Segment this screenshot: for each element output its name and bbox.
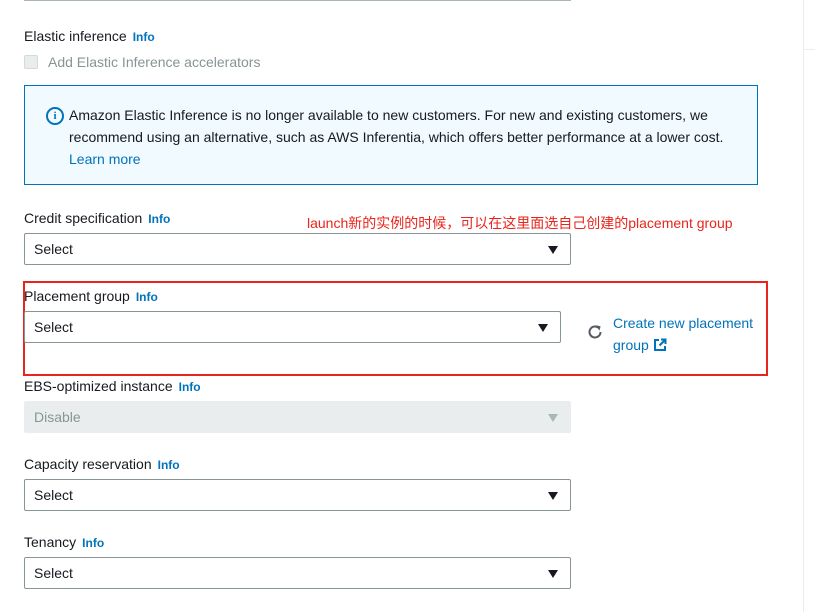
create-placement-group-link[interactable]: Create new placement group bbox=[613, 312, 763, 358]
credit-specification-label-text: Credit specification bbox=[24, 210, 143, 226]
ebs-optimized-select: Disable bbox=[24, 401, 571, 433]
capacity-reservation-select[interactable]: Select bbox=[24, 479, 571, 511]
elastic-inference-label-text: Elastic inference bbox=[24, 28, 127, 44]
annotation-text: launch新的实例的时候，可以在这里面选自己创建的placement grou… bbox=[307, 215, 733, 231]
ebs-optimized-info-link[interactable]: Info bbox=[179, 380, 201, 394]
caret-down-icon bbox=[548, 246, 558, 254]
ebs-optimized-label: EBS-optimized instance Info bbox=[24, 378, 201, 394]
panel-divider bbox=[803, 0, 804, 612]
capacity-reservation-label: Capacity reservation Info bbox=[24, 456, 180, 472]
external-link-icon bbox=[653, 336, 667, 358]
create-placement-group-text: Create new placement group bbox=[613, 315, 754, 353]
tenancy-value: Select bbox=[34, 565, 73, 581]
placement-group-select[interactable]: Select bbox=[24, 311, 561, 343]
elastic-inference-checkbox-label: Add Elastic Inference accelerators bbox=[48, 54, 261, 70]
caret-down-icon bbox=[548, 492, 558, 500]
alert-text: Amazon Elastic Inference is no longer av… bbox=[69, 104, 749, 170]
alert-message: Amazon Elastic Inference is no longer av… bbox=[69, 107, 724, 145]
tenancy-info-link[interactable]: Info bbox=[82, 536, 104, 550]
placement-group-value: Select bbox=[34, 319, 73, 335]
info-circle-icon: i bbox=[46, 107, 64, 125]
panel-divider-tick bbox=[804, 49, 815, 50]
caret-down-icon bbox=[548, 570, 558, 578]
tenancy-label: Tenancy Info bbox=[24, 534, 104, 550]
capacity-reservation-value: Select bbox=[34, 487, 73, 503]
caret-down-icon bbox=[538, 324, 548, 332]
ebs-optimized-label-text: EBS-optimized instance bbox=[24, 378, 173, 394]
elastic-inference-alert: i Amazon Elastic Inference is no longer … bbox=[24, 85, 758, 185]
credit-specification-label: Credit specification Info bbox=[24, 210, 170, 226]
ebs-optimized-value: Disable bbox=[34, 409, 81, 425]
placement-group-label-text: Placement group bbox=[24, 288, 130, 304]
tenancy-label-text: Tenancy bbox=[24, 534, 77, 550]
previous-field-bottom-border bbox=[24, 0, 571, 1]
credit-specification-info-link[interactable]: Info bbox=[148, 212, 170, 226]
elastic-inference-checkbox-row: Add Elastic Inference accelerators bbox=[24, 54, 260, 70]
caret-down-icon bbox=[548, 414, 558, 422]
refresh-icon[interactable] bbox=[585, 322, 605, 342]
credit-specification-value: Select bbox=[34, 241, 73, 257]
capacity-reservation-info-link[interactable]: Info bbox=[158, 458, 180, 472]
credit-specification-select[interactable]: Select bbox=[24, 233, 571, 265]
elastic-inference-info-link[interactable]: Info bbox=[133, 30, 155, 44]
elastic-inference-checkbox[interactable] bbox=[24, 55, 38, 69]
elastic-inference-label: Elastic inference Info bbox=[24, 28, 155, 44]
tenancy-select[interactable]: Select bbox=[24, 557, 571, 589]
placement-group-label: Placement group Info bbox=[24, 288, 158, 304]
placement-group-info-link[interactable]: Info bbox=[136, 290, 158, 304]
learn-more-link[interactable]: Learn more bbox=[69, 151, 141, 167]
capacity-reservation-label-text: Capacity reservation bbox=[24, 456, 152, 472]
